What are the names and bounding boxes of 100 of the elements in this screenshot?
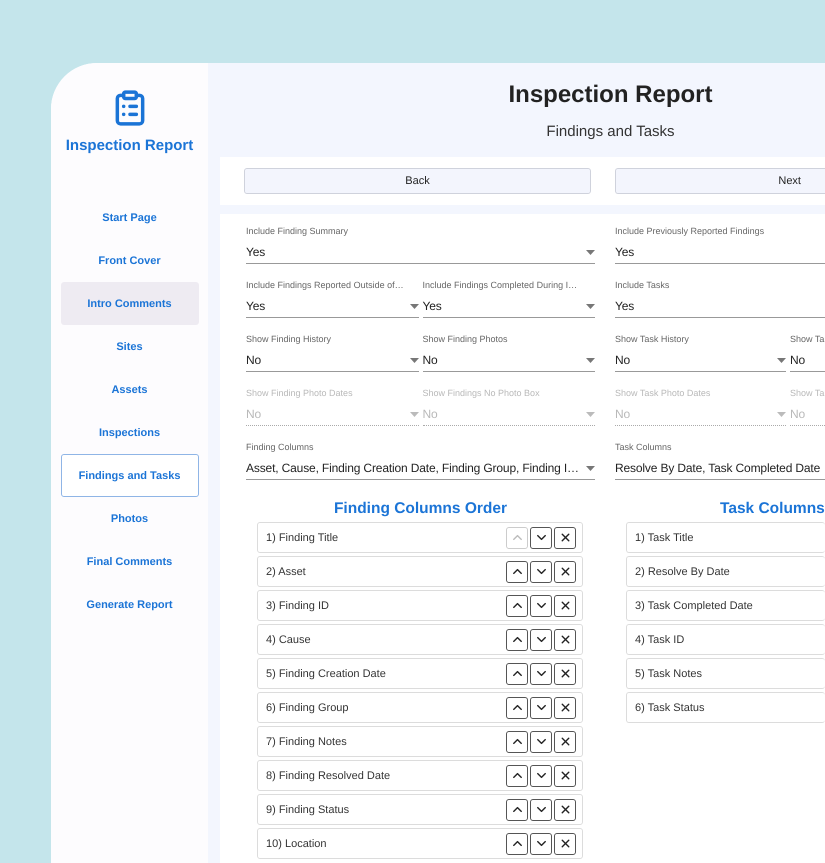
dropdown-field[interactable]: Include Finding Summary Yes — [246, 225, 595, 264]
dropdown-field[interactable]: Include Findings Completed During I… Yes — [422, 279, 595, 318]
sidebar-item[interactable]: Inspections — [60, 411, 198, 454]
remove-button[interactable] — [554, 730, 576, 752]
item-label: 5) Finding Creation Date — [266, 668, 386, 680]
close-icon — [558, 803, 572, 816]
move-down-button[interactable] — [530, 696, 552, 718]
remove-button[interactable] — [554, 560, 576, 582]
field-value: No — [246, 352, 262, 369]
field-value: Yes — [615, 298, 634, 315]
dropdown-arrow-icon — [586, 304, 595, 309]
field-label: Show Finding Photos — [422, 333, 509, 345]
dropdown-field[interactable]: Task Columns Resolve By Date, Task Completed Date — [615, 441, 825, 480]
move-down-button[interactable] — [530, 764, 552, 786]
app-title: Inspection Report — [66, 137, 194, 154]
item-label: 3) Finding ID — [266, 600, 329, 612]
section-heading: Task Columns — [719, 499, 825, 519]
dropdown-field[interactable]: Include Previously Reported Findings Yes — [615, 225, 825, 264]
move-up-button[interactable] — [506, 730, 528, 752]
field-value: No — [790, 352, 806, 369]
dropdown-field[interactable]: Show Ta No — [790, 333, 825, 372]
move-up-button[interactable] — [506, 594, 528, 616]
move-down-button[interactable] — [530, 662, 552, 684]
section-heading: Finding Columns Order — [332, 499, 508, 519]
sidebar-item[interactable]: Start Page — [60, 196, 198, 239]
remove-button[interactable] — [554, 662, 576, 684]
field-value: No — [615, 352, 630, 369]
remove-button[interactable] — [554, 696, 576, 718]
move-down-button[interactable] — [530, 798, 552, 820]
dropdown-field[interactable]: Show Finding History No — [246, 333, 418, 372]
item-label: 2) Asset — [266, 566, 306, 578]
item-label: 9) Finding Status — [266, 804, 350, 816]
remove-button[interactable] — [554, 764, 576, 786]
field-value: No — [246, 406, 262, 423]
close-icon — [558, 837, 572, 850]
move-up-button[interactable] — [506, 662, 528, 684]
field-value: Resolve By Date, Task Completed Date — [615, 460, 820, 477]
move-up-button[interactable] — [506, 798, 528, 820]
field-value: No — [615, 406, 630, 423]
dropdown-arrow-icon — [777, 358, 786, 363]
move-down-button[interactable] — [530, 730, 552, 752]
dropdown-field[interactable]: Show Finding Photos No — [422, 333, 595, 372]
sidebar-item[interactable]: Findings and Tasks — [60, 454, 198, 497]
field-value: Asset, Cause, Finding Creation Date, Finding Group, Finding I… — [246, 460, 579, 477]
sidebar-item[interactable]: Final Comments — [60, 540, 198, 583]
sidebar-item[interactable]: Assets — [60, 368, 198, 411]
dropdown-arrow-icon — [777, 412, 786, 417]
move-down-button[interactable] — [530, 594, 552, 616]
remove-button[interactable] — [554, 526, 576, 548]
field-label: Task Columns — [615, 441, 673, 453]
item-label: 7) Finding Notes — [266, 736, 347, 748]
dropdown-arrow-icon — [586, 250, 595, 255]
move-down-button[interactable] — [530, 832, 552, 854]
field-value: Yes — [246, 298, 266, 315]
sidebar-item[interactable]: Generate Report — [60, 583, 198, 626]
dropdown-field[interactable]: Show Task History No — [615, 333, 786, 372]
item-label: 4) Task ID — [635, 634, 684, 646]
sidebar-item[interactable]: Sites — [60, 325, 198, 368]
move-down-button[interactable] — [530, 628, 552, 650]
item-label: 6) Task Status — [635, 702, 704, 714]
remove-button[interactable] — [554, 594, 576, 616]
move-up-button[interactable] — [506, 764, 528, 786]
sidebar-item[interactable]: Intro Comments — [60, 282, 198, 325]
dropdown-field[interactable]: Include Tasks Yes — [615, 279, 825, 318]
field-label: Show Finding History — [246, 333, 332, 345]
move-up-button[interactable] — [506, 628, 528, 650]
move-down-button[interactable] — [530, 526, 552, 548]
dropdown-arrow-icon — [586, 412, 595, 417]
move-up-button[interactable] — [506, 832, 528, 854]
close-icon — [558, 769, 572, 782]
remove-button[interactable] — [554, 832, 576, 854]
item-label: 10) Location — [266, 838, 327, 850]
sidebar-item[interactable]: Photos — [60, 497, 198, 540]
field-label: Show Finding Photo Dates — [246, 387, 354, 399]
dropdown-field[interactable]: Finding Columns Asset, Cause, Finding Creation Date, Finding Group, Finding I… — [246, 441, 595, 480]
field-value: Yes — [422, 298, 442, 315]
dropdown-field[interactable]: Include Findings Reported Outside of… Yes — [246, 279, 418, 318]
item-label: 1) Finding Title — [266, 532, 338, 544]
sidebar-item[interactable]: Front Cover — [60, 239, 198, 282]
close-icon — [558, 667, 572, 680]
next-button[interactable]: Next — [615, 168, 825, 194]
move-up-button[interactable] — [506, 560, 528, 582]
dropdown-arrow-icon — [586, 466, 595, 471]
item-label: 8) Finding Resolved Date — [266, 770, 390, 782]
dropdown-arrow-icon — [410, 412, 418, 417]
field-value: Yes — [615, 244, 634, 261]
field-label: Show Task Photo Dates — [615, 387, 712, 399]
page-title: Inspection Report — [507, 80, 714, 110]
field-label: Show Ta — [790, 387, 825, 399]
field-label: Include Previously Reported Findings — [615, 225, 766, 237]
field-label: Include Tasks — [615, 279, 670, 291]
remove-button[interactable] — [554, 628, 576, 650]
field-label: Include Findings Reported Outside of… — [246, 279, 405, 291]
dropdown-arrow-icon — [410, 304, 418, 309]
move-up-button[interactable] — [506, 696, 528, 718]
item-label: 6) Finding Group — [266, 702, 349, 714]
field-value: Yes — [246, 244, 266, 261]
back-button[interactable]: Back — [244, 168, 591, 194]
move-down-button[interactable] — [530, 560, 552, 582]
remove-button[interactable] — [554, 798, 576, 820]
